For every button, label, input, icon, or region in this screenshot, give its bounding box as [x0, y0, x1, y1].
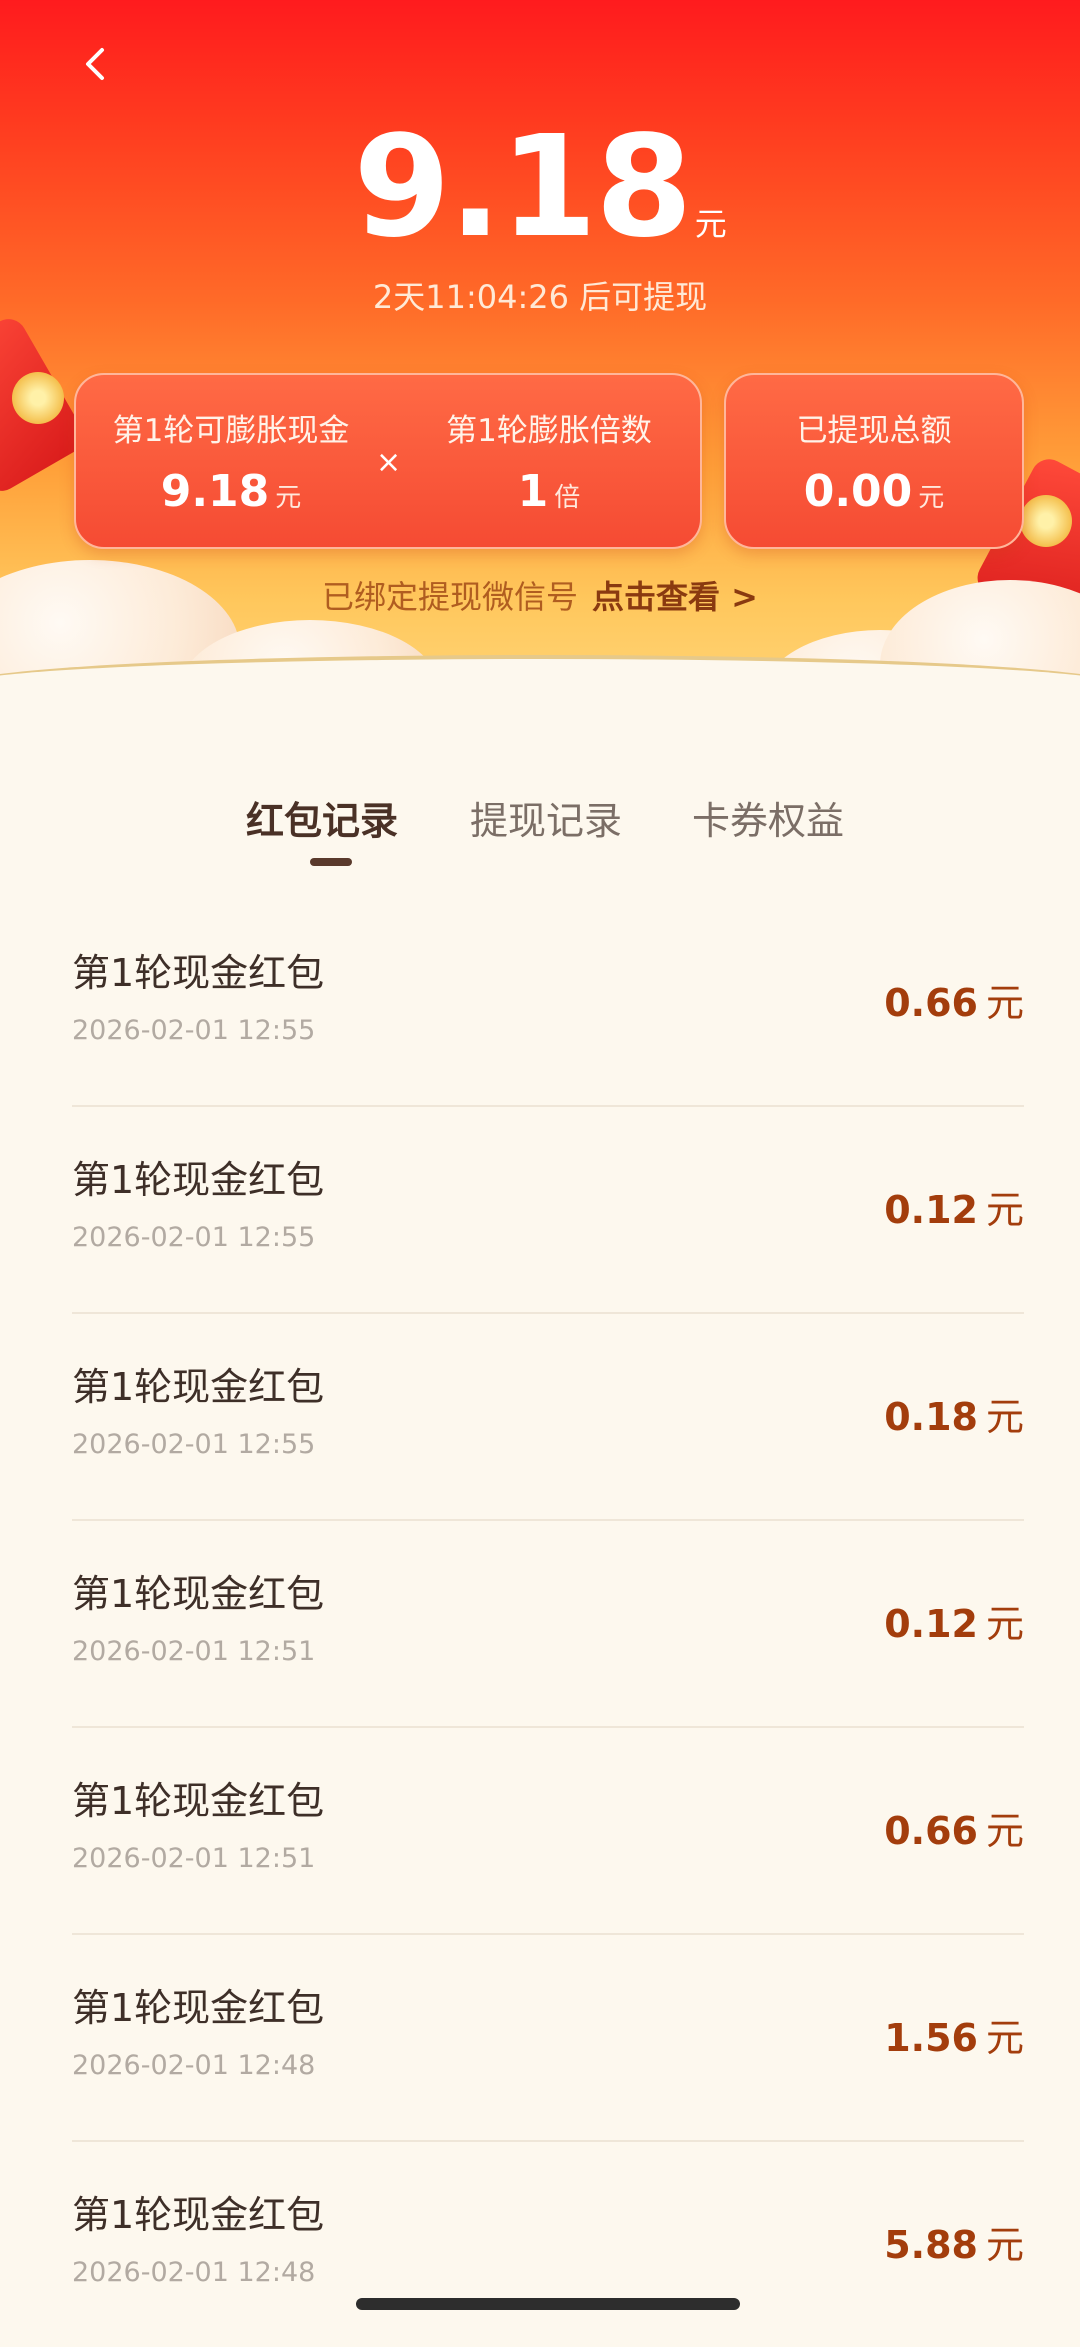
record-time: 2026-02-01 12:51 [72, 1843, 316, 1874]
withdrawn-total-card: 已提现总额 0.00 元 [724, 373, 1024, 549]
record-amount: 0.18 元 [884, 1395, 1024, 1439]
list-item[interactable]: 第1轮现金红包 2026-02-01 12:55 0.66 元 [72, 900, 1024, 1107]
chevron-left-icon [86, 48, 104, 80]
record-title: 第1轮现金红包 [72, 1365, 325, 1409]
round-cash-column: 第1轮可膨胀现金 9.18 元 [106, 405, 356, 517]
tab-coupon-benefits[interactable]: 卡券权益 [692, 790, 844, 845]
wechat-binding-text: 已绑定提现微信号 [322, 578, 579, 616]
wechat-binding-row: 已绑定提现微信号 点击查看 > [0, 572, 1080, 618]
record-time: 2026-02-01 12:55 [72, 1222, 316, 1253]
record-amount: 0.12 元 [884, 1602, 1024, 1646]
multiply-icon: × [376, 445, 402, 480]
record-title: 第1轮现金红包 [72, 1572, 325, 1616]
record-title: 第1轮现金红包 [72, 1986, 325, 2030]
tab-red-packet-records[interactable]: 红包记录 [246, 790, 398, 845]
multiplier-label: 第1轮膨胀倍数 [446, 413, 652, 449]
view-wechat-link[interactable]: 点击查看 > [592, 578, 758, 616]
record-amount: 5.88 元 [884, 2223, 1024, 2267]
list-item[interactable]: 第1轮现金红包 2026-02-01 12:51 0.66 元 [72, 1728, 1024, 1935]
total-amount-unit: 元 [694, 205, 727, 243]
round-cash-label: 第1轮可膨胀现金 [112, 413, 350, 449]
list-item[interactable]: 第1轮现金红包 2026-02-01 12:48 1.56 元 [72, 1935, 1024, 2142]
header-banner: 9.18 元 2天11:04:26 后可提现 第1轮可膨胀现金 9.18 元 × 第… [0, 0, 1080, 720]
red-packet-record-list: 第1轮现金红包 2026-02-01 12:55 0.66 元 第1轮现金红包 2… [72, 900, 1024, 2347]
active-tab-indicator [310, 858, 352, 866]
list-item[interactable]: 第1轮现金红包 2026-02-01 12:48 5.88 元 [72, 2142, 1024, 2347]
list-item[interactable]: 第1轮现金红包 2026-02-01 12:55 0.18 元 [72, 1314, 1024, 1521]
header-curve-divider [0, 655, 1080, 720]
multiplier-column: 第1轮膨胀倍数 1倍 [424, 405, 674, 517]
record-amount: 1.56 元 [884, 2016, 1024, 2060]
record-title: 第1轮现金红包 [72, 2193, 325, 2237]
withdrawn-label: 已提现总额 [796, 413, 952, 449]
record-time: 2026-02-01 12:51 [72, 1636, 316, 1667]
list-item[interactable]: 第1轮现金红包 2026-02-01 12:55 0.12 元 [72, 1107, 1024, 1314]
record-amount: 0.66 元 [884, 1809, 1024, 1853]
expandable-cash-card: 第1轮可膨胀现金 9.18 元 × 第1轮膨胀倍数 1倍 [74, 373, 702, 549]
multiplier-value: 1倍 [517, 466, 581, 517]
record-amount: 0.66 元 [884, 981, 1024, 1025]
coin-decoration-left [12, 372, 64, 424]
record-title: 第1轮现金红包 [72, 1779, 325, 1823]
total-amount-value: 9.18 [353, 106, 692, 269]
record-title: 第1轮现金红包 [72, 951, 325, 995]
home-indicator[interactable] [356, 2298, 740, 2310]
record-tabs: 红包记录 提现记录 卡券权益 [0, 790, 1080, 870]
record-title: 第1轮现金红包 [72, 1158, 325, 1202]
record-amount: 0.12 元 [884, 1188, 1024, 1232]
back-button[interactable] [76, 44, 116, 84]
record-time: 2026-02-01 12:48 [72, 2050, 316, 2081]
list-item[interactable]: 第1轮现金红包 2026-02-01 12:51 0.12 元 [72, 1521, 1024, 1728]
record-time: 2026-02-01 12:55 [72, 1429, 316, 1460]
coin-decoration-right [1020, 495, 1072, 547]
tab-withdraw-records[interactable]: 提现记录 [470, 790, 622, 845]
record-time: 2026-02-01 12:48 [72, 2257, 316, 2288]
record-time: 2026-02-01 12:55 [72, 1015, 316, 1046]
round-cash-value: 9.18 元 [160, 466, 302, 517]
withdrawn-value: 0.00 元 [803, 466, 945, 517]
withdrawn-column: 已提现总额 0.00 元 [726, 405, 1022, 517]
withdraw-countdown: 2天11:04:26 后可提现 [372, 278, 708, 316]
